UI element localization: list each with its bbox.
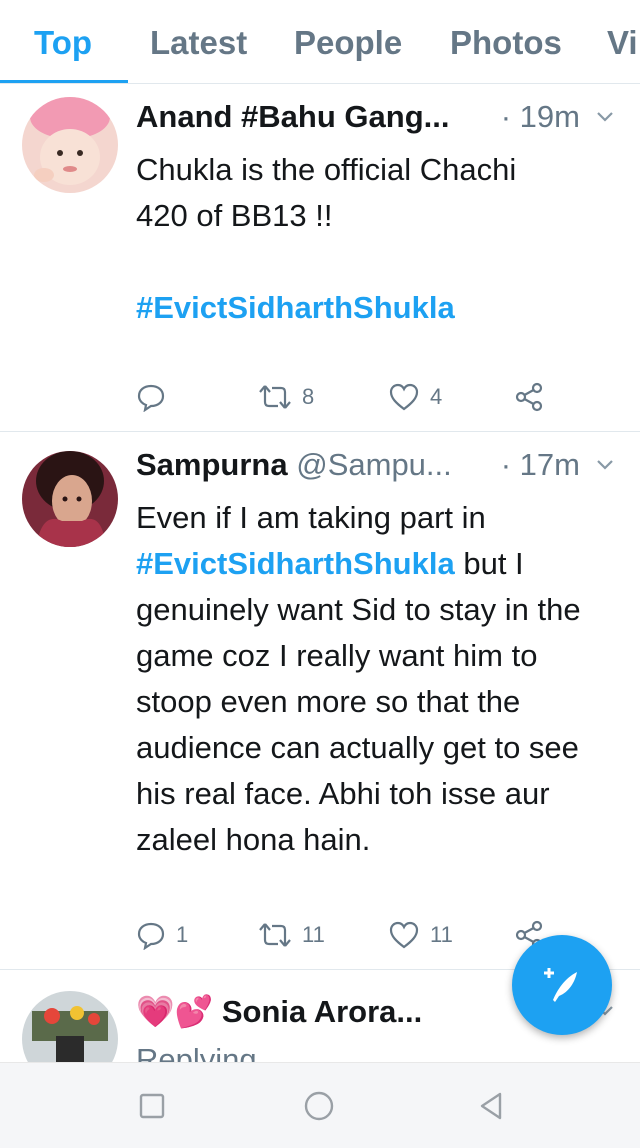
reply-button[interactable] xyxy=(136,377,176,417)
tweet-item[interactable]: Anand #Bahu Gang... · 19m Chukla is the … xyxy=(0,85,640,432)
reply-icon xyxy=(137,922,165,950)
tweet-header: Anand #Bahu Gang... · 19m xyxy=(136,99,616,139)
chevron-down-icon[interactable] xyxy=(594,105,616,127)
replying-to-text: Replying xyxy=(136,1042,257,1062)
emoji-hearts: 💗💕 xyxy=(136,994,214,1029)
tweet-header: Sampurna @Sampu... · 17m xyxy=(136,447,616,487)
tweet-text-fragment: but I xyxy=(454,546,524,581)
tab-people[interactable]: People xyxy=(294,24,402,62)
tweet-text-line: Even if I am taking part in xyxy=(136,500,486,535)
nav-recents-icon[interactable] xyxy=(135,1089,169,1123)
like-button[interactable]: 11 xyxy=(388,915,453,955)
tab-photos[interactable]: Photos xyxy=(450,24,562,62)
display-name[interactable]: Sonia Arora... xyxy=(222,994,422,1029)
hashtag-link[interactable]: #EvictSidharthShukla xyxy=(136,546,455,581)
tweet-text-line: Chukla is the official Chachi xyxy=(136,152,517,187)
retweet-icon xyxy=(259,385,291,409)
nav-home-icon[interactable] xyxy=(302,1089,336,1123)
tweet-item[interactable]: Sampurna @Sampu... · 17m Even if I am ta… xyxy=(0,433,640,970)
retweet-count: 11 xyxy=(302,922,325,947)
tweet-actions: 1 11 11 xyxy=(136,915,556,955)
like-count: 4 xyxy=(430,384,443,409)
system-navigation-bar xyxy=(0,1062,640,1148)
user-handle[interactable]: @Sampu... xyxy=(296,447,452,482)
like-button[interactable]: 4 xyxy=(388,377,442,417)
tweet-text-line: 420 of BB13 !! xyxy=(136,198,333,233)
like-count: 11 xyxy=(430,922,453,947)
compose-icon xyxy=(544,968,577,1002)
timestamp: · 19m xyxy=(500,99,580,134)
tab-videos[interactable]: Vi xyxy=(607,24,638,62)
compose-tweet-button[interactable] xyxy=(512,935,612,1035)
retweet-count: 8 xyxy=(302,384,315,409)
retweet-button[interactable]: 8 xyxy=(258,377,314,417)
timestamp: · 17m xyxy=(500,447,580,482)
tweet-text: Even if I am taking part in #EvictSidhar… xyxy=(136,495,620,863)
display-name[interactable]: Sampurna xyxy=(136,447,288,482)
tab-top[interactable]: Top xyxy=(34,24,92,62)
reply-button[interactable]: 1 xyxy=(136,915,188,955)
share-button[interactable] xyxy=(514,377,544,417)
avatar[interactable] xyxy=(22,451,118,547)
retweet-button[interactable]: 11 xyxy=(258,915,325,955)
avatar[interactable] xyxy=(22,97,118,193)
tweet-text: Chukla is the official Chachi 420 of BB1… xyxy=(136,147,620,331)
avatar[interactable] xyxy=(22,991,118,1062)
tweet-actions: 8 4 xyxy=(136,377,556,417)
like-icon xyxy=(389,921,419,949)
like-icon xyxy=(389,383,419,411)
hashtag-link[interactable]: #EvictSidharthShukla xyxy=(136,285,620,331)
retweet-icon xyxy=(259,923,291,947)
tab-latest[interactable]: Latest xyxy=(150,24,247,62)
nav-back-icon[interactable] xyxy=(474,1089,508,1123)
chevron-down-icon[interactable] xyxy=(594,453,616,475)
display-name[interactable]: Anand #Bahu Gang... xyxy=(136,99,449,134)
active-tab-indicator xyxy=(0,80,128,83)
reply-icon xyxy=(137,384,165,412)
share-icon xyxy=(515,382,543,412)
tweet-text-rest: genuinely want Sid to stay in the game c… xyxy=(136,592,581,857)
reply-count: 1 xyxy=(176,922,189,947)
search-tabs: Top Latest People Photos Vi xyxy=(0,0,640,84)
